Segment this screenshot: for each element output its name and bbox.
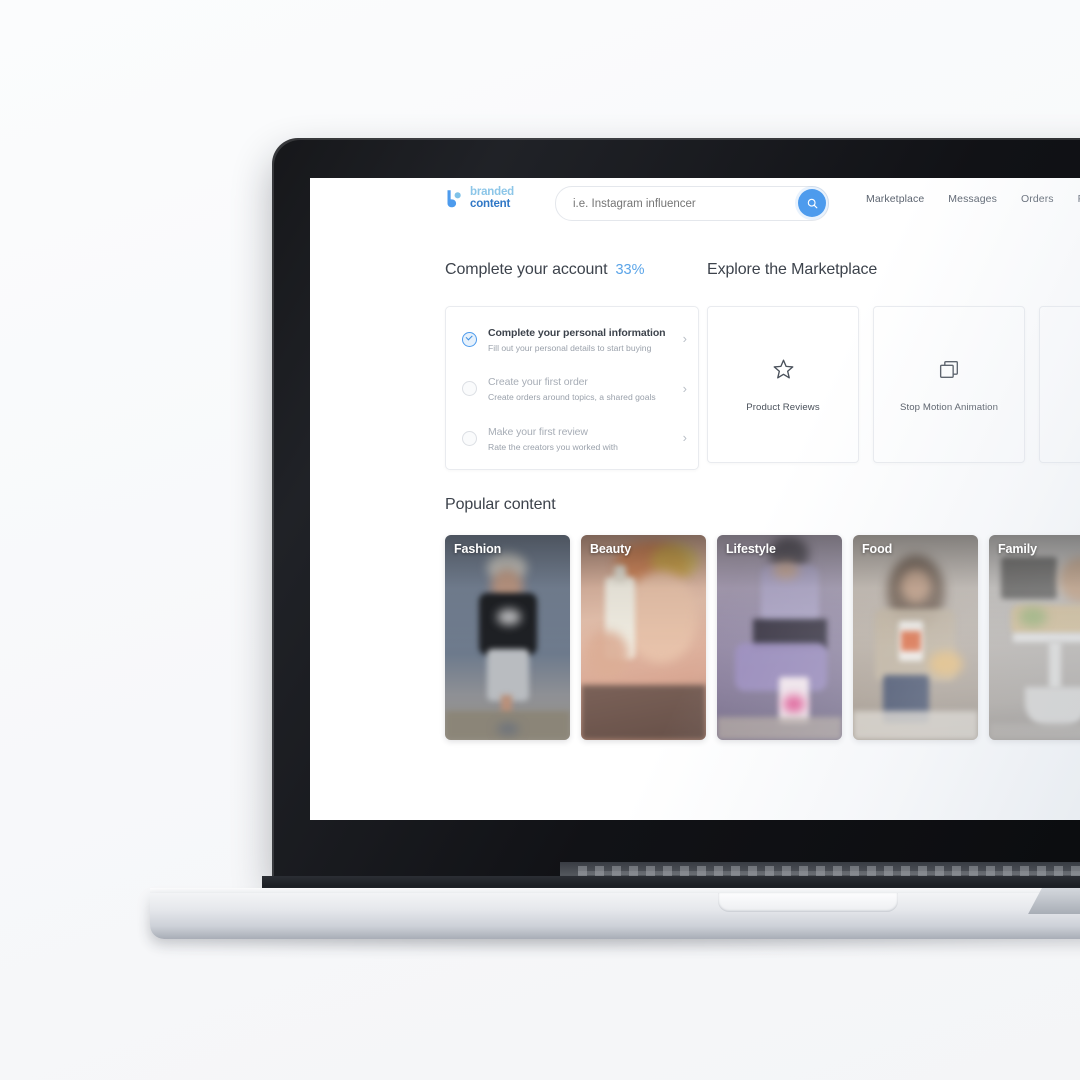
checklist-item-subtitle: Rate the creators you worked with (488, 441, 618, 452)
tile-scrim (989, 535, 1080, 740)
popular-title: Popular content (445, 496, 556, 513)
b-logo-icon (447, 190, 461, 208)
search-input[interactable] (573, 197, 778, 210)
checklist-item-title: Make your first review (488, 425, 588, 438)
checklist-item-title: Create your first order (488, 376, 588, 389)
checklist-item-first-order[interactable]: Create your first order Create orders ar… (446, 363, 698, 412)
account-title: Complete your account (445, 261, 608, 278)
check-circle-empty-icon (462, 430, 477, 446)
popular-tile-food[interactable]: Food (853, 535, 978, 740)
search-button[interactable] (798, 189, 826, 217)
marketplace-card-label: Stop Motion Animation (899, 401, 999, 413)
tile-label: Family (998, 542, 1037, 556)
checklist-item-subtitle: Fill out your personal details to start … (488, 343, 652, 353)
search-bar[interactable] (555, 186, 829, 221)
star-icon (771, 357, 796, 387)
chevron-right-icon: › (682, 331, 687, 347)
brand-logo-line1: branded (470, 186, 514, 198)
laptop-base (150, 893, 1080, 939)
brand-logo-line2: content (470, 197, 511, 210)
checklist-item-text: Complete your personal information Fill … (488, 323, 677, 354)
search-icon (807, 198, 817, 208)
layers-icon (937, 357, 962, 387)
account-checklist: Complete your personal information Fill … (445, 306, 699, 471)
popular-tile-beauty[interactable]: Beauty (581, 535, 706, 740)
marketplace-section: Explore the Marketplace Product Reviews (707, 261, 1080, 470)
tile-scrim (581, 535, 706, 740)
laptop-screen: branded content Marketplace Messages Ord… (310, 178, 1080, 820)
chevron-right-icon: › (682, 430, 687, 446)
laptop-front-notch (718, 893, 898, 912)
checklist-item-subtitle: Create orders around topics, a shared go… (488, 392, 656, 403)
check-circle-done-icon (462, 331, 477, 347)
checklist-item-personal-info[interactable]: Complete your personal information Fill … (446, 314, 698, 363)
marketplace-card-motion-graphics[interactable]: Motio (1039, 306, 1080, 463)
site-header: branded content Marketplace Messages Ord… (310, 178, 1080, 229)
tile-scrim (717, 535, 842, 740)
checklist-item-first-review[interactable]: Make your first review Rate the creators… (446, 413, 698, 462)
account-heading: Complete your account 33% (445, 261, 699, 285)
chevron-right-icon: › (682, 380, 687, 396)
page-content: Complete your account 33% Complete your … (310, 228, 1080, 820)
account-percent: 33% (615, 262, 645, 278)
nav-item-marketplace[interactable]: Marketplace (866, 193, 924, 205)
brand-logo-text: branded content (470, 186, 514, 210)
brand-logo[interactable]: branded content (444, 186, 514, 210)
check-circle-empty-icon (462, 381, 477, 397)
marketplace-heading: Explore the Marketplace (707, 261, 1080, 285)
tile-label: Fashion (454, 542, 502, 556)
tile-scrim (853, 535, 978, 740)
nav-item-orders[interactable]: Orders (1021, 193, 1054, 205)
tile-label: Food (862, 542, 893, 556)
popular-tiles: Fashion Beauty Lifestyle Food Family (445, 535, 1080, 740)
marketplace-card-product-reviews[interactable]: Product Reviews (707, 306, 859, 463)
account-section: Complete your account 33% Complete your … (445, 261, 699, 471)
tile-label: Lifestyle (726, 542, 776, 556)
checklist-item-text: Make your first review Rate the creators… (488, 422, 677, 453)
tile-label: Beauty (590, 542, 632, 556)
main-nav: Marketplace Messages Orders Favo (866, 193, 1080, 205)
marketplace-title: Explore the Marketplace (707, 261, 878, 278)
screenshot-stage: branded content Marketplace Messages Ord… (0, 0, 1080, 1080)
marketplace-card-label: Product Reviews (746, 401, 820, 413)
popular-tile-family[interactable]: Family (989, 535, 1080, 740)
marketplace-card-stop-motion-animation[interactable]: Stop Motion Animation (873, 306, 1025, 463)
top-row: Complete your account 33% Complete your … (445, 261, 1080, 471)
tile-scrim (445, 535, 570, 740)
popular-tile-lifestyle[interactable]: Lifestyle (717, 535, 842, 740)
popular-tile-fashion[interactable]: Fashion (445, 535, 570, 740)
popular-section: Popular content Fashion Beauty Lifestyle… (445, 496, 1080, 740)
checklist-item-text: Create your first order Create orders ar… (488, 372, 677, 403)
checklist-item-title: Complete your personal information (488, 327, 666, 339)
marketplace-cards: Product Reviews Stop Motion Animation (707, 306, 1080, 463)
nav-item-messages[interactable]: Messages (948, 193, 997, 205)
